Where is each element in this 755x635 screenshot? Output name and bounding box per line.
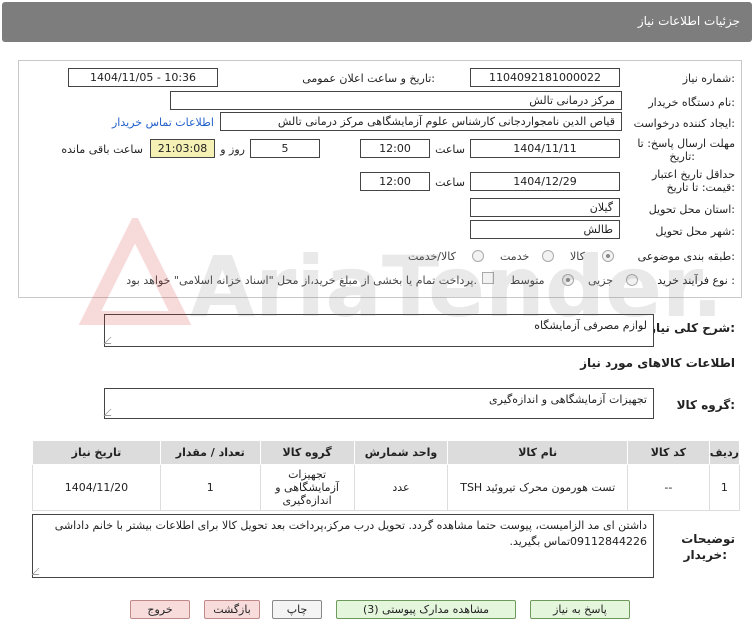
city-field: طالش <box>470 220 620 239</box>
deadline-time-field: 12:00 <box>360 139 430 158</box>
treasury-payment-checkbox[interactable] <box>482 272 494 284</box>
col-qty-header: تعداد / مقدار <box>159 440 261 465</box>
buyer-notes-text: داشتن ای مد الزامیست، پیوست حتما مشاهده … <box>54 519 647 548</box>
deadline-date-field: 1404/11/11 <box>470 139 620 158</box>
province-field: گیلان <box>470 198 620 217</box>
goods-group-text: تجهیزات آزمایشگاهی و اندازه‌گیری <box>489 393 647 406</box>
province-label: استان محل تحویل: <box>648 203 735 216</box>
title-bar: جزئیات اطلاعات نیاز <box>2 2 752 42</box>
col-group-header: گروه کالا <box>259 440 355 465</box>
cell-group-line2: آزمایشگاهی و <box>275 481 339 494</box>
validity-date-field: 1404/12/29 <box>470 172 620 191</box>
cell-row: 1 <box>708 464 741 511</box>
cell-unit: عدد <box>353 464 449 511</box>
treasury-payment-note: پرداخت تمام یا بخشی از مبلغ خرید،از محل … <box>126 274 477 287</box>
category-radio-both[interactable] <box>472 250 484 262</box>
buyer-notes-textbox: داشتن ای مد الزامیست، پیوست حتما مشاهده … <box>31 514 654 578</box>
resize-handle-icon[interactable] <box>103 409 118 416</box>
cell-group-line3: اندازه‌گیری <box>282 494 332 507</box>
remaining-label: ساعت باقی مانده <box>61 143 143 156</box>
back-button[interactable]: بازگشت <box>204 600 260 619</box>
buyer-notes-label-2: خریدار: <box>683 548 727 562</box>
buyer-org-field: مرکز درمانی تالش <box>170 91 622 110</box>
col-date-header: تاریخ نیاز <box>32 440 161 465</box>
col-row-header: ردیف <box>708 440 741 465</box>
summary-textbox: لوازم مصرفی آزمایشگاه <box>103 314 654 347</box>
col-code-header: کد کالا <box>626 440 710 465</box>
cell-name: تست هورمون محرک تیروئید TSH <box>447 464 628 511</box>
category-label: طبقه بندی موضوعی: <box>637 250 735 263</box>
need-number-field: 1104092181000022 <box>470 68 620 87</box>
items-table: ردیف کد کالا نام کالا واحد شمارش گروه کا… <box>32 440 741 511</box>
print-button[interactable]: چاپ <box>272 600 322 619</box>
cell-qty: 1 <box>159 464 261 511</box>
deadline-label-2: تاریخ: <box>669 150 695 163</box>
days-field: 5 <box>250 139 320 158</box>
goods-group-textbox: تجهیزات آزمایشگاهی و اندازه‌گیری <box>103 388 654 419</box>
table-header-row: ردیف کد کالا نام کالا واحد شمارش گروه کا… <box>32 440 741 465</box>
process-label-minor: جزیی <box>588 274 614 287</box>
requester-field: قیاص الدین نامجواردجانی کارشناس علوم آزم… <box>220 112 622 131</box>
validity-time-label: ساعت <box>435 176 465 189</box>
city-label: شهر محل تحویل: <box>655 225 735 238</box>
view-documents-button[interactable]: مشاهده مدارک پیوستی (3) <box>336 600 516 619</box>
category-radio-goods[interactable] <box>602 250 614 262</box>
category-label-goods: کالا <box>570 250 585 263</box>
cell-group: تجهیزات آزمایشگاهی و اندازه‌گیری <box>259 464 355 511</box>
col-unit-header: واحد شمارش <box>353 440 449 465</box>
col-name-header: نام کالا <box>447 440 628 465</box>
deadline-time-label: ساعت <box>435 143 465 156</box>
validity-label-2: قیمت: تا تاریخ: <box>666 181 735 194</box>
summary-text: لوازم مصرفی آزمایشگاه <box>534 319 647 332</box>
summary-label: شرح کلی نیاز: <box>649 321 735 335</box>
page-title: جزئیات اطلاعات نیاز <box>637 14 740 28</box>
need-number-label: شماره نیاز: <box>682 72 735 85</box>
remaining-time-field: 21:03:08 <box>150 139 215 158</box>
process-radio-minor[interactable] <box>626 274 638 286</box>
goods-group-label: گروه کالا: <box>676 398 735 412</box>
announce-field: 1404/11/05 - 10:36 <box>68 68 218 87</box>
category-label-both: کالا/خدمت <box>408 250 456 263</box>
exit-button[interactable]: خروج <box>130 600 190 619</box>
table-row: 1 -- تست هورمون محرک تیروئید TSH عدد تجه… <box>32 464 741 511</box>
deadline-label-1: مهلت ارسال پاسخ: تا <box>637 137 735 150</box>
buyer-org-label: نام دستگاه خریدار: <box>648 96 735 109</box>
days-label: روز و <box>220 143 245 156</box>
announce-label: تاریخ و ساعت اعلان عمومی: <box>302 72 435 85</box>
buyer-notes-label-1: توضیحات <box>681 532 735 546</box>
resize-handle-icon[interactable] <box>103 337 118 344</box>
validity-time-field: 12:00 <box>360 172 430 191</box>
contact-info-link[interactable]: اطلاعات تماس خریدار <box>112 116 214 129</box>
category-label-service: خدمت <box>500 250 530 263</box>
cell-date: 1404/11/20 <box>32 464 161 511</box>
process-label-medium: متوسط <box>510 274 545 287</box>
process-radio-medium[interactable] <box>562 274 574 286</box>
requester-label: ایجاد کننده درخواست: <box>633 117 735 130</box>
reply-button[interactable]: پاسخ به نیاز <box>530 600 630 619</box>
goods-section-title: اطلاعات کالاهای مورد نیاز <box>580 356 735 370</box>
cell-code: -- <box>626 464 710 511</box>
validity-label-1: حداقل تاریخ اعتبار <box>651 168 735 181</box>
resize-handle-icon[interactable] <box>31 568 46 575</box>
process-label: نوع فرآیند خرید : <box>657 274 735 287</box>
category-radio-service[interactable] <box>542 250 554 262</box>
cell-group-line1: تجهیزات <box>288 468 327 481</box>
